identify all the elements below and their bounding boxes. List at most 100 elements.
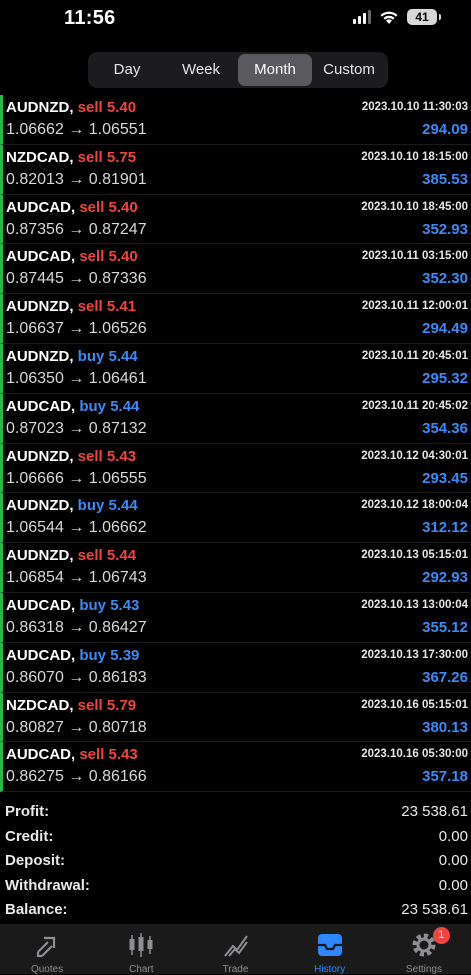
deal-prices: 1.06666 → 1.06555	[6, 470, 147, 488]
deal-row[interactable]: AUDNZD, sell 5.40 1.06662 → 1.06551 2023.1…	[0, 95, 471, 145]
deal-close-price: 1.06461	[88, 369, 147, 387]
price-arrow-icon: →	[68, 121, 85, 138]
deal-prices: 0.87445 → 0.87336	[6, 270, 147, 288]
deal-symbol: NZDCAD,	[6, 148, 74, 166]
tab-month[interactable]: Month	[238, 54, 312, 86]
deal-time: 2023.10.10 18:15:00	[361, 150, 468, 163]
deal-side: buy	[79, 397, 107, 415]
deal-volume: 5.43	[108, 746, 138, 764]
summary-value: 0.00	[438, 852, 468, 870]
deal-row[interactable]: AUDNZD, sell 5.43 1.06666 → 1.06555 2023.1…	[0, 443, 471, 494]
deal-time: 2023.10.16 05:15:01	[361, 698, 468, 711]
deal-prices: 1.06662 → 1.06551	[6, 121, 147, 139]
price-arrow-icon: →	[68, 469, 85, 487]
summary-row: Withdrawal: 0.00	[0, 874, 471, 899]
deal-prices: 0.82013 → 0.81901	[6, 171, 147, 189]
tab-chart-label: Chart	[129, 964, 154, 975]
deal-prices: 1.06350 → 1.06461	[6, 370, 147, 388]
price-arrow-icon: →	[68, 320, 85, 338]
deal-prices: 0.87023 → 0.87132	[6, 420, 147, 438]
deal-volume: 5.44	[108, 347, 138, 365]
tab-history[interactable]: History	[283, 924, 377, 975]
deal-side: sell	[77, 148, 103, 166]
deal-title: AUDCAD, sell 5.40	[6, 248, 138, 265]
deal-row[interactable]: AUDNZD, buy 5.44 1.06350 → 1.06461 2023.10…	[0, 343, 471, 394]
deal-title: AUDCAD, buy 5.43	[6, 597, 139, 614]
deal-symbol: AUDCAD,	[6, 248, 76, 266]
deal-volume: 5.41	[106, 298, 137, 316]
deal-row[interactable]: AUDNZD, sell 5.41 1.06637 → 1.06526 2023.1…	[0, 294, 471, 344]
deal-side: buy	[77, 497, 105, 515]
deal-title: AUDCAD, sell 5.43	[6, 746, 138, 763]
deal-profit: 352.30	[422, 270, 468, 288]
deal-row[interactable]: AUDCAD, buy 5.43 0.86318 → 0.86427 2023.10…	[0, 592, 471, 643]
price-arrow-icon: →	[68, 419, 85, 437]
deal-symbol: AUDNZD,	[6, 99, 74, 116]
tab-history-label: History	[314, 964, 346, 975]
deal-row[interactable]: AUDCAD, sell 5.40 0.87356 → 0.87247 2023.1…	[0, 194, 471, 245]
deal-profit: 295.32	[422, 369, 468, 387]
deal-volume: 5.79	[106, 696, 137, 714]
tab-trade[interactable]: Trade	[188, 924, 282, 975]
deal-open-price: 0.86070	[6, 668, 64, 686]
tab-custom[interactable]: Custom	[312, 54, 386, 86]
deal-profit: 292.93	[422, 569, 468, 587]
deal-row[interactable]: AUDNZD, sell 5.44 1.06854 → 1.06743 2023.1…	[0, 543, 471, 593]
tab-chart[interactable]: Chart	[94, 924, 188, 975]
deal-title: AUDCAD, buy 5.39	[6, 647, 139, 664]
status-time: 11:56	[64, 7, 116, 29]
deal-open-price: 0.87445	[6, 270, 64, 288]
deal-symbol: AUDCAD,	[6, 397, 76, 415]
deal-row[interactable]: NZDCAD, sell 5.75 0.82013 → 0.81901 2023.1…	[0, 144, 471, 195]
deal-title: AUDNZD, buy 5.44	[6, 348, 138, 365]
deal-row[interactable]: AUDCAD, sell 5.43 0.86275 → 0.86166 2023.1…	[0, 742, 471, 793]
deal-profit: 380.13	[422, 718, 468, 736]
deal-time: 2023.10.11 20:45:02	[361, 399, 468, 412]
period-segmented-control: Day Week Month Custom	[88, 52, 388, 88]
deal-row[interactable]: AUDCAD, buy 5.39 0.86070 → 0.86183 2023.10…	[0, 642, 471, 693]
deal-time: 2023.10.10 11:30:03	[361, 101, 468, 113]
deal-time: 2023.10.11 20:45:01	[361, 349, 468, 362]
tab-day[interactable]: Day	[90, 54, 164, 86]
deal-prices: 1.06637 → 1.06526	[6, 320, 147, 338]
deal-row[interactable]: AUDCAD, buy 5.44 0.87023 → 0.87132 2023.10…	[0, 393, 471, 444]
price-arrow-icon: →	[68, 369, 85, 387]
deal-side: sell	[79, 746, 105, 764]
deal-prices: 1.06544 → 1.06662	[6, 519, 147, 537]
summary-row: Profit: 23 538.61	[0, 800, 471, 825]
tab-settings[interactable]: 1 Settings	[377, 924, 471, 975]
battery-icon: 41	[407, 9, 441, 25]
deal-prices: 1.06854 → 1.06743	[6, 569, 147, 587]
deal-open-price: 1.06666	[6, 469, 64, 487]
candlestick-icon	[129, 933, 153, 957]
deal-row[interactable]: AUDNZD, buy 5.44 1.06544 → 1.06662 2023.10…	[0, 493, 471, 544]
price-arrow-icon: →	[68, 569, 85, 587]
deal-profit: 294.49	[422, 320, 468, 338]
deal-volume: 5.40	[106, 99, 137, 116]
tab-quotes[interactable]: Quotes	[0, 924, 94, 975]
deal-profit: 352.93	[422, 220, 468, 238]
deal-profit: 385.53	[422, 170, 468, 188]
deal-symbol: AUDCAD,	[6, 198, 76, 216]
deal-open-price: 0.87023	[6, 419, 64, 437]
tab-week[interactable]: Week	[164, 54, 238, 86]
settings-badge: 1	[432, 927, 450, 944]
deal-side: sell	[79, 248, 105, 266]
deal-volume: 5.44	[108, 497, 138, 515]
deal-row[interactable]: NZDCAD, sell 5.79 0.80827 → 0.80718 2023.1…	[0, 692, 471, 743]
deal-symbol: AUDNZD,	[6, 547, 74, 565]
deal-open-price: 1.06662	[6, 121, 64, 138]
deal-title: NZDCAD, sell 5.79	[6, 697, 136, 714]
account-summary: Profit: 23 538.61 Credit: 0.00 Deposit: 0.00 W…	[0, 800, 471, 923]
summary-value: 0.00	[438, 876, 468, 894]
wifi-icon	[380, 11, 398, 24]
price-arrow-icon: →	[68, 718, 85, 736]
price-arrow-icon: →	[68, 519, 85, 537]
price-arrow-icon: →	[68, 170, 85, 188]
deal-close-price: 1.06555	[88, 469, 147, 487]
deal-symbol: AUDCAD,	[6, 646, 76, 664]
deal-row[interactable]: AUDCAD, sell 5.40 0.87445 → 0.87336 2023.1…	[0, 244, 471, 295]
deal-time: 2023.10.11 12:00:01	[361, 300, 468, 313]
cellular-signal-icon	[353, 10, 371, 24]
deal-open-price: 0.86275	[6, 768, 64, 786]
